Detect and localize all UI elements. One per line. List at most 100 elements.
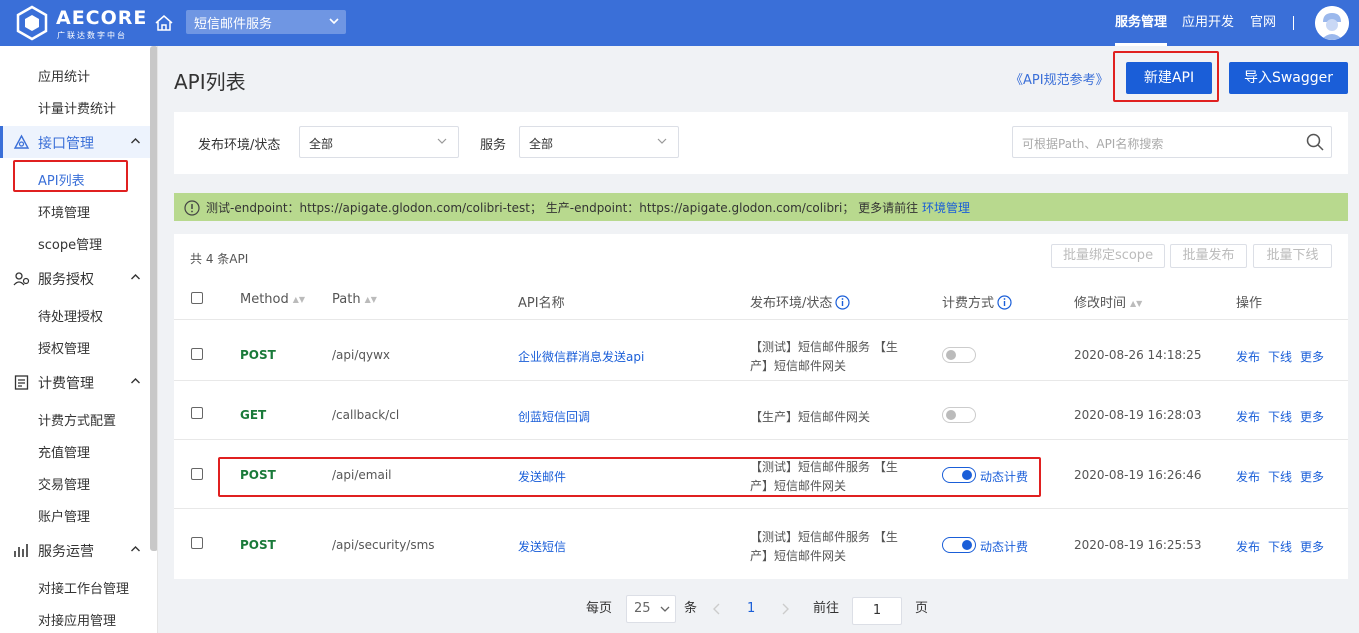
chevron-right-icon[interactable] bbox=[778, 599, 792, 619]
billing-toggle[interactable] bbox=[942, 347, 976, 363]
brand-subtitle: 广联达数字中台 bbox=[57, 31, 127, 40]
info-icon bbox=[184, 200, 200, 216]
top-bar: AECORE 广联达数字中台 短信邮件服务 服务管理 应用开发 官网 bbox=[0, 0, 1359, 46]
environment-management-link[interactable]: 环境管理 bbox=[922, 201, 970, 215]
nav-service-management[interactable]: 服务管理 bbox=[1115, 0, 1168, 46]
env-filter-select[interactable]: 全部 bbox=[299, 126, 459, 158]
sidebar-group-service-operations[interactable]: 服务运营 bbox=[0, 534, 150, 566]
column-path[interactable]: Path ▲▼ bbox=[332, 292, 377, 307]
row-checkbox[interactable] bbox=[191, 348, 203, 360]
column-env-label: 发布环境/状态 bbox=[750, 296, 833, 311]
offline-link[interactable]: 下线 bbox=[1268, 350, 1292, 364]
user-avatar[interactable] bbox=[1315, 6, 1349, 40]
row-method: POST bbox=[240, 538, 276, 552]
info-icon[interactable] bbox=[835, 295, 850, 310]
billing-toggle[interactable] bbox=[942, 537, 976, 553]
sidebar-item-billing-config[interactable]: 计费方式配置 bbox=[38, 410, 116, 429]
sidebar-item-workbench-integration[interactable]: 对接工作台管理 bbox=[38, 578, 129, 597]
notice-text: 测试-endpoint：https://apigate.glodon.com/c… bbox=[206, 201, 919, 215]
avatar-icon bbox=[1315, 6, 1349, 40]
search-icon[interactable] bbox=[1305, 132, 1325, 152]
info-icon[interactable] bbox=[997, 295, 1012, 310]
sidebar-item-recharge-management[interactable]: 充值管理 bbox=[38, 442, 90, 461]
nav-app-development[interactable]: 应用开发 bbox=[1182, 0, 1234, 46]
publish-link[interactable]: 发布 bbox=[1236, 410, 1260, 424]
per-page-select[interactable]: 25 bbox=[626, 595, 676, 623]
row-path: /api/qywx bbox=[332, 348, 391, 362]
more-link[interactable]: 更多 bbox=[1300, 470, 1324, 484]
api-table: 共 4 条API 批量绑定scope 批量发布 批量下线 Method ▲▼ Pa… bbox=[174, 234, 1348, 579]
service-selector[interactable]: 短信邮件服务 bbox=[186, 10, 346, 34]
sidebar-group-interface-management[interactable]: 接口管理 bbox=[0, 126, 150, 158]
column-modified[interactable]: 修改时间 ▲▼ bbox=[1074, 292, 1142, 311]
row-path: /api/security/sms bbox=[332, 538, 435, 552]
per-page-unit: 条 bbox=[684, 601, 698, 616]
aecore-logo-icon[interactable] bbox=[14, 5, 50, 41]
column-ops: 操作 bbox=[1236, 296, 1263, 311]
sidebar-item-authorization-management[interactable]: 授权管理 bbox=[38, 338, 90, 357]
row-api-name-link[interactable]: 创蓝短信回调 bbox=[518, 408, 590, 425]
chevron-up-icon bbox=[131, 274, 140, 280]
more-link[interactable]: 更多 bbox=[1300, 410, 1324, 424]
sidebar-group-service-authorization[interactable]: 服务授权 bbox=[0, 262, 150, 294]
batch-offline-button[interactable]: 批量下线 bbox=[1253, 244, 1332, 268]
sidebar-item-scope-management[interactable]: scope管理 bbox=[38, 234, 102, 253]
import-swagger-button[interactable]: 导入Swagger bbox=[1229, 62, 1348, 94]
sidebar-scrollbar[interactable] bbox=[150, 46, 157, 551]
sort-icon: ▲▼ bbox=[1130, 299, 1143, 308]
publish-link[interactable]: 发布 bbox=[1236, 540, 1260, 554]
api-spec-link[interactable]: 《API规范参考》 bbox=[1010, 69, 1109, 88]
column-path-label: Path bbox=[332, 292, 361, 307]
row-modified: 2020-08-26 14:18:25 bbox=[1074, 348, 1202, 362]
row-checkbox[interactable] bbox=[191, 537, 203, 549]
offline-link[interactable]: 下线 bbox=[1268, 410, 1292, 424]
chevron-up-icon bbox=[131, 378, 140, 384]
toggle-knob bbox=[946, 410, 956, 420]
service-filter-select[interactable]: 全部 bbox=[519, 126, 679, 158]
table-header: Method ▲▼ Path ▲▼ API名称 发布环境/状态 计费方式 修改时间 ▲… bbox=[174, 280, 1348, 320]
column-method[interactable]: Method ▲▼ bbox=[240, 292, 305, 307]
brand-name: AECORE bbox=[56, 7, 148, 29]
column-api-name: API名称 bbox=[518, 296, 565, 311]
sidebar-item-environment-management[interactable]: 环境管理 bbox=[38, 202, 90, 221]
sidebar-item-metering-stats[interactable]: 计量计费统计 bbox=[38, 98, 116, 117]
more-link[interactable]: 更多 bbox=[1300, 540, 1324, 554]
per-page-value: 25 bbox=[634, 601, 651, 616]
offline-link[interactable]: 下线 bbox=[1268, 470, 1292, 484]
more-link[interactable]: 更多 bbox=[1300, 350, 1324, 364]
chevron-left-icon[interactable] bbox=[710, 599, 724, 619]
sidebar-item-app-integration[interactable]: 对接应用管理 bbox=[38, 610, 116, 629]
column-billing-label: 计费方式 bbox=[942, 296, 995, 311]
sort-icon: ▲▼ bbox=[292, 295, 306, 304]
endpoint-notice: 测试-endpoint：https://apigate.glodon.com/c… bbox=[174, 193, 1348, 221]
select-all-checkbox[interactable] bbox=[191, 292, 203, 304]
row-api-name-link[interactable]: 企业微信群消息发送api bbox=[518, 348, 644, 365]
row-checkbox[interactable] bbox=[191, 468, 203, 480]
toggle-knob bbox=[946, 350, 956, 360]
page-number-current[interactable]: 1 bbox=[747, 601, 755, 616]
chevron-down-icon bbox=[660, 606, 670, 612]
billing-toggle[interactable] bbox=[942, 407, 976, 423]
sidebar-group-billing-management[interactable]: 计费管理 bbox=[0, 366, 150, 398]
chevron-up-icon bbox=[131, 138, 140, 144]
sidebar-item-transaction-management[interactable]: 交易管理 bbox=[38, 474, 90, 493]
batch-publish-button[interactable]: 批量发布 bbox=[1170, 244, 1247, 268]
sidebar-item-account-management[interactable]: 账户管理 bbox=[38, 506, 90, 525]
publish-link[interactable]: 发布 bbox=[1236, 350, 1260, 364]
row-path: /callback/cl bbox=[332, 408, 400, 422]
publish-link[interactable]: 发布 bbox=[1236, 470, 1260, 484]
home-icon[interactable] bbox=[154, 13, 174, 33]
sidebar-item-app-stats[interactable]: 应用统计 bbox=[38, 66, 90, 85]
table-row: POST /api/security/sms 发送短信 【测试】短信邮件服务 【… bbox=[174, 509, 1348, 579]
sidebar-group-label: 计费管理 bbox=[38, 376, 94, 392]
batch-bind-scope-button[interactable]: 批量绑定scope bbox=[1051, 244, 1165, 268]
nav-official-site[interactable]: 官网 bbox=[1250, 0, 1276, 46]
offline-link[interactable]: 下线 bbox=[1268, 540, 1292, 554]
search-input[interactable]: 可根据Path、API名称搜索 bbox=[1012, 126, 1332, 158]
row-checkbox[interactable] bbox=[191, 407, 203, 419]
row-modified: 2020-08-19 16:26:46 bbox=[1074, 468, 1202, 482]
sidebar-item-pending-authorization[interactable]: 待处理授权 bbox=[38, 306, 103, 325]
goto-page-input[interactable]: 1 bbox=[852, 597, 902, 625]
interface-icon bbox=[13, 134, 30, 149]
row-api-name-link[interactable]: 发送短信 bbox=[518, 538, 566, 555]
